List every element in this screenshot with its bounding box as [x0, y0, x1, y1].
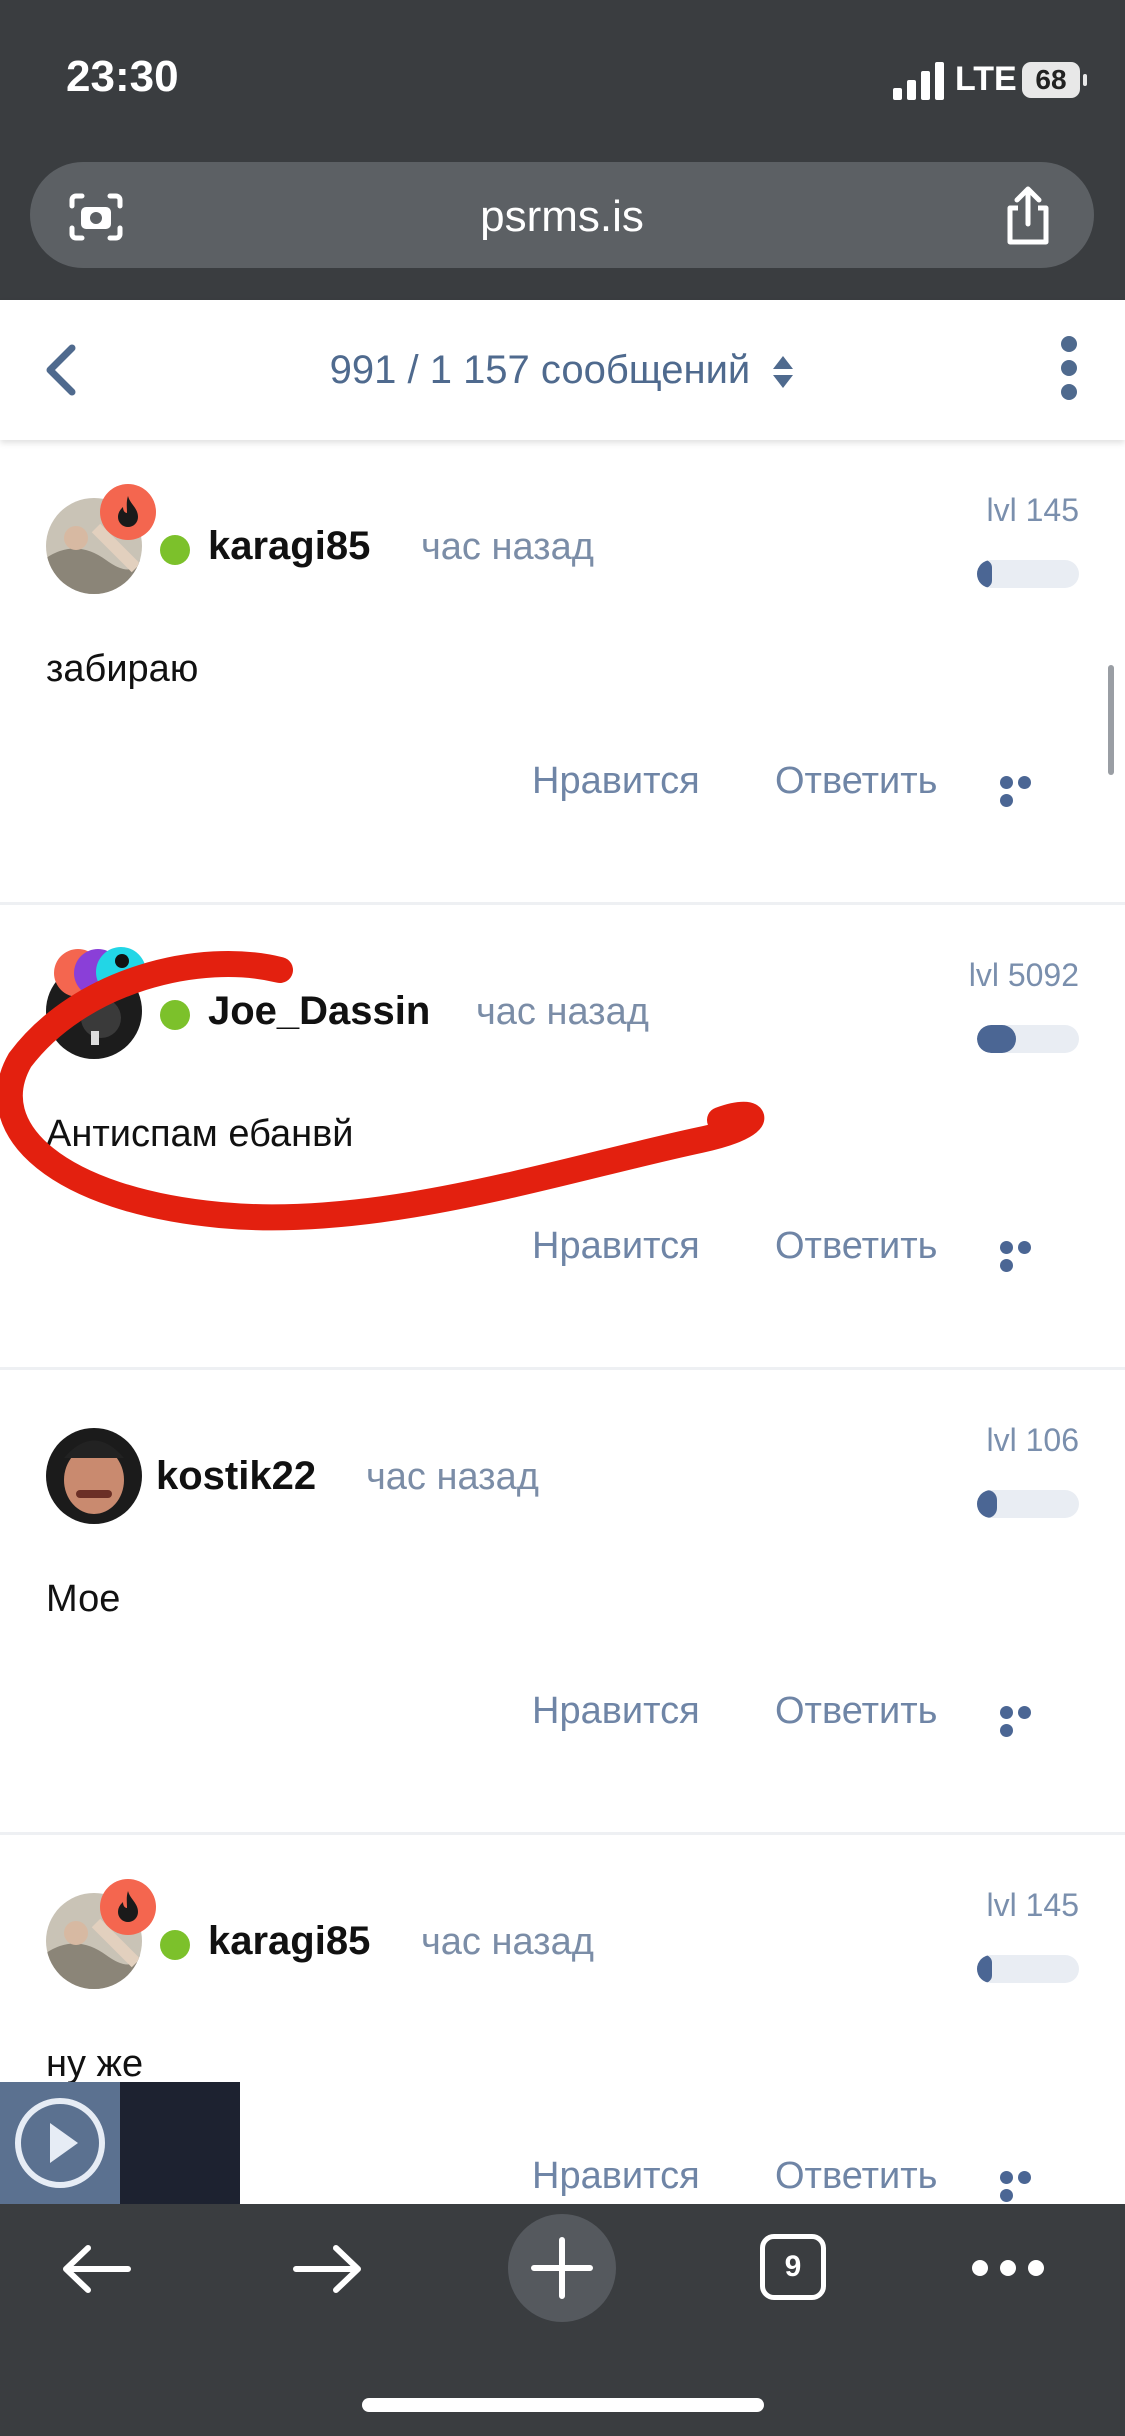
post-time[interactable]: час назад — [476, 991, 649, 1034]
player-play-area[interactable] — [0, 2082, 120, 2204]
reply-button[interactable]: Ответить — [775, 760, 937, 803]
online-indicator — [160, 1000, 190, 1030]
post-time[interactable]: час назад — [366, 1456, 539, 1499]
topic-navbar: 991 / 1 157 сообщений — [0, 300, 1125, 440]
level-progress — [977, 560, 1079, 588]
tabs-button[interactable]: 9 — [760, 2234, 826, 2300]
like-button[interactable]: Нравится — [532, 1690, 700, 1733]
user-level: lvl 145 — [986, 1887, 1080, 1923]
fire-badge-icon — [100, 484, 156, 540]
browser-bottom-bar: 9 — [0, 2204, 1125, 2436]
more-options-icon[interactable] — [1061, 336, 1077, 400]
user-level: lvl 5092 — [968, 957, 1079, 993]
post-more-icon[interactable] — [1000, 776, 1050, 807]
more-menu-icon[interactable] — [970, 2258, 1046, 2278]
reply-button[interactable]: Ответить — [775, 1225, 937, 1268]
level-progress — [977, 1955, 1079, 1983]
player-thumbnail — [120, 2082, 240, 2204]
user-level: lvl 106 — [986, 1422, 1080, 1458]
message-counter-dropdown[interactable]: 991 / 1 157 сообщений — [0, 348, 1125, 393]
post-text: Антиспам ебанвй — [46, 1113, 354, 1155]
post-time[interactable]: час назад — [421, 526, 594, 569]
post: karagi85 час назад lvl 145 забираю Нрави… — [0, 440, 1125, 905]
post-list: karagi85 час назад lvl 145 забираю Нрави… — [0, 440, 1125, 2300]
mini-player[interactable] — [0, 2082, 240, 2204]
status-bar: 23:30 LTE 68 — [0, 0, 1125, 150]
network-type: LTE — [955, 60, 1017, 98]
like-button[interactable]: Нравится — [532, 760, 700, 803]
clock: 23:30 — [66, 52, 179, 101]
post-text: ну же — [46, 2043, 144, 2085]
badge-icon — [96, 947, 146, 997]
home-indicator — [362, 2398, 764, 2412]
online-indicator — [160, 535, 190, 565]
like-button[interactable]: Нравится — [532, 1225, 700, 1268]
reply-button[interactable]: Ответить — [775, 2155, 937, 2198]
signal-icon — [893, 62, 944, 100]
level-progress — [977, 1025, 1079, 1053]
message-counter-label: 991 / 1 157 сообщений — [329, 348, 751, 392]
battery-icon: 68 — [1022, 62, 1087, 98]
user-level: lvl 145 — [986, 492, 1080, 528]
play-icon[interactable] — [0, 2082, 120, 2204]
post-more-icon[interactable] — [1000, 1241, 1050, 1272]
author-name[interactable]: kostik22 — [156, 1454, 316, 1499]
fire-badge-icon — [100, 1879, 156, 1935]
new-tab-button[interactable] — [508, 2214, 616, 2322]
post-text: Мое — [46, 1578, 121, 1620]
share-icon[interactable] — [1000, 186, 1056, 246]
post-more-icon[interactable] — [1000, 2171, 1050, 2202]
like-button[interactable]: Нравится — [532, 2155, 700, 2198]
author-name[interactable]: Joe_Dassin — [208, 989, 430, 1034]
reply-button[interactable]: Ответить — [775, 1690, 937, 1733]
url-text[interactable]: psrms.is — [30, 192, 1094, 242]
scrollbar[interactable] — [1108, 665, 1114, 775]
post: Joe_Dassin час назад lvl 5092 Антиспам е… — [0, 905, 1125, 1370]
address-bar[interactable]: psrms.is — [30, 162, 1094, 268]
browser-toolbar: psrms.is — [0, 150, 1125, 300]
post-text: забираю — [46, 648, 199, 690]
plus-icon — [531, 2237, 593, 2299]
back-arrow-icon[interactable] — [60, 2244, 132, 2294]
sort-arrows-icon — [773, 356, 794, 389]
post-time[interactable]: час назад — [421, 1921, 594, 1964]
avatar[interactable] — [46, 1428, 142, 1524]
post: kostik22 час назад lvl 106 Мое Нравится … — [0, 1370, 1125, 1835]
author-name[interactable]: karagi85 — [208, 524, 370, 569]
level-progress — [977, 1490, 1079, 1518]
forward-arrow-icon[interactable] — [292, 2244, 364, 2294]
online-indicator — [160, 1930, 190, 1960]
post-more-icon[interactable] — [1000, 1706, 1050, 1737]
author-name[interactable]: karagi85 — [208, 1919, 370, 1964]
